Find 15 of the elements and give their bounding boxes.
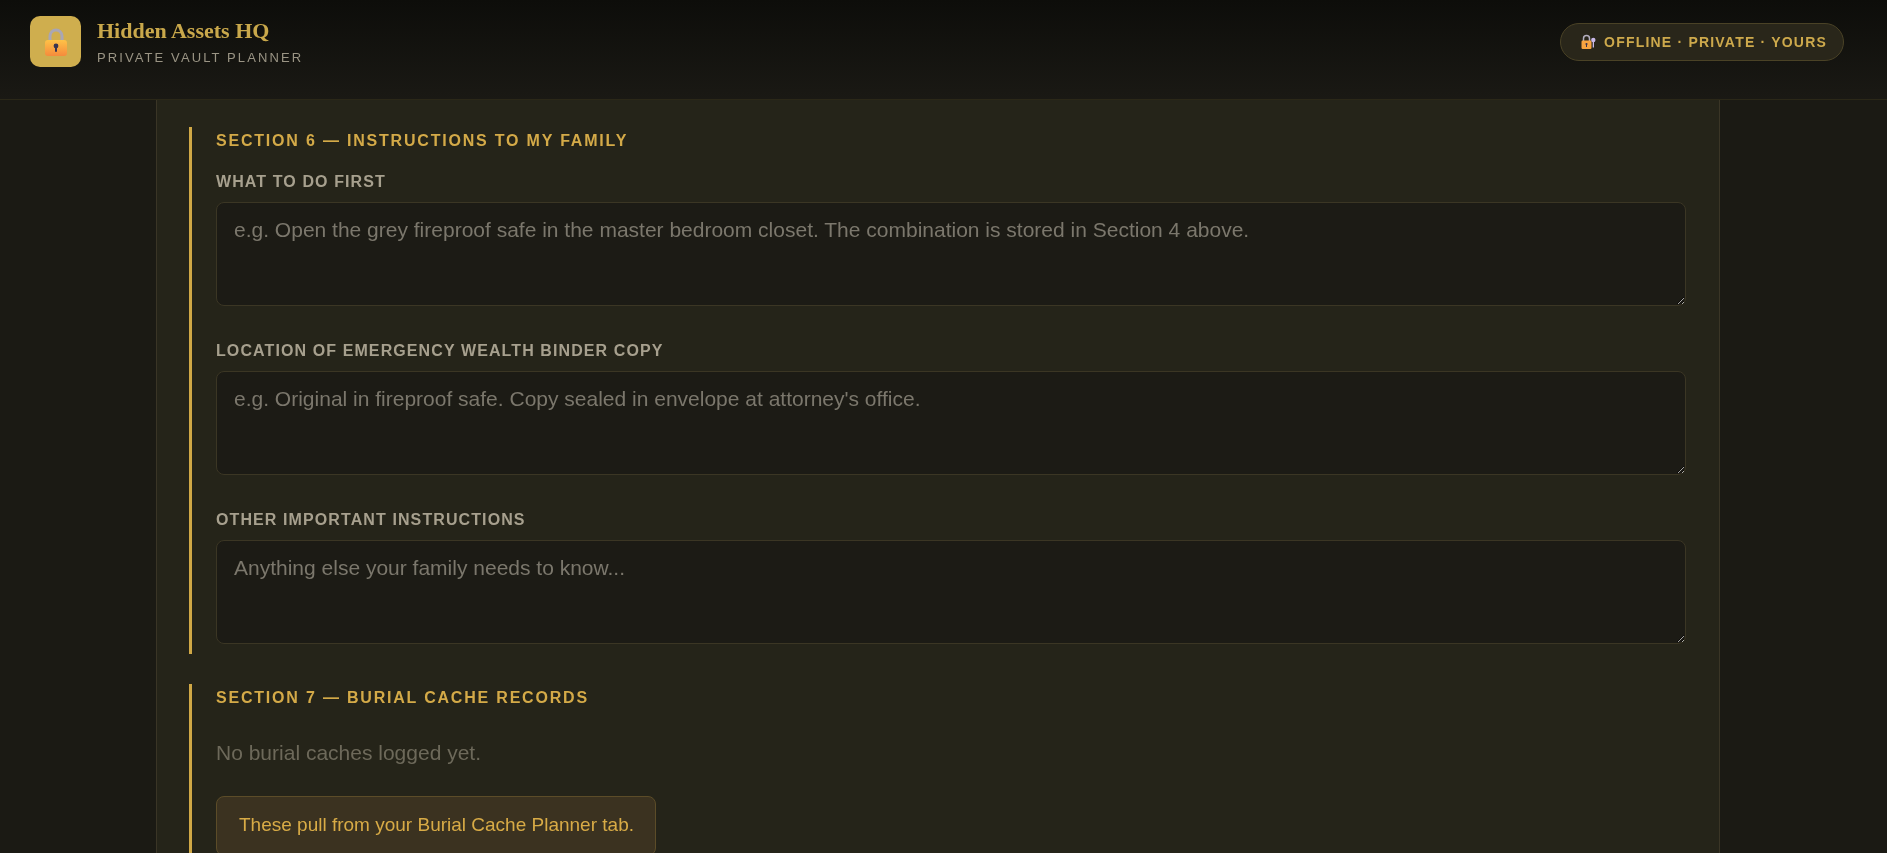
textarea-field[interactable]: e.g. Open the grey fireproof safe in the master bedroom closet. The combination is stored in Section 4 above. bbox=[216, 202, 1686, 306]
field-label: LOCATION OF EMERGENCY WEALTH BINDER COPY bbox=[216, 341, 665, 361]
padlock-key-icon bbox=[1581, 34, 1597, 49]
app-title: Hidden Assets HQ bbox=[97, 17, 271, 44]
section-heading: SECTION 7 — BURIAL CACHE RECORDS bbox=[216, 688, 590, 708]
app-subtitle: PRIVATE VAULT PLANNER bbox=[97, 49, 304, 66]
textarea-field[interactable]: Anything else your family needs to know... bbox=[216, 540, 1686, 644]
empty-state-text: No burial caches logged yet. bbox=[216, 740, 482, 766]
section-heading: SECTION 6 — INSTRUCTIONS TO MY FAMILY bbox=[216, 131, 630, 151]
info-note: These pull from your Burial Cache Planner tab. bbox=[216, 796, 656, 853]
badge-text: OFFLINE · PRIVATE · YOURS bbox=[1604, 33, 1827, 50]
padlock-icon bbox=[30, 16, 81, 67]
textarea-field[interactable]: e.g. Original in fireproof safe. Copy sealed in envelope at attorney's office. bbox=[216, 371, 1686, 475]
field-label: OTHER IMPORTANT INSTRUCTIONS bbox=[216, 510, 527, 530]
field-label: WHAT TO DO FIRST bbox=[216, 172, 387, 192]
